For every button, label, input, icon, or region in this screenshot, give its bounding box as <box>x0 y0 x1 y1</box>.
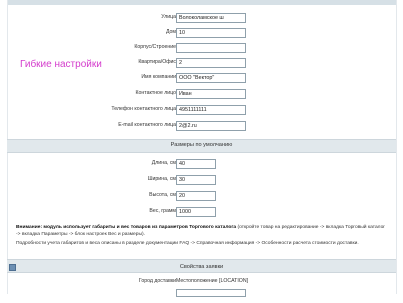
field-row-apartment: Квартира/Офис 2 <box>0 57 403 71</box>
field-row-building: Корпус/Строение <box>0 42 403 56</box>
width-input[interactable]: 30 <box>176 175 216 185</box>
notice-bold-text: Внимание: модуль использует габариты и в… <box>16 225 237 230</box>
info-icon[interactable] <box>9 264 16 271</box>
order-section-title: Свойства заявки <box>179 264 224 270</box>
field-row-height: Высота, см 20 <box>0 190 403 204</box>
weight-input[interactable]: 1000 <box>176 207 216 217</box>
house-label: Дом <box>165 29 176 35</box>
phone-input[interactable]: 4951111111 <box>176 105 246 115</box>
company-input[interactable]: ООО "Вектор" <box>176 73 246 83</box>
length-label: Длина, см <box>151 160 176 166</box>
email-input[interactable]: 2@2.ru <box>176 121 246 131</box>
apartment-input[interactable]: 2 <box>176 58 246 68</box>
next-field-input[interactable] <box>176 289 246 297</box>
order-section-header: Свойства заявки <box>7 259 396 273</box>
length-input[interactable]: 40 <box>176 159 216 169</box>
width-label: Ширина, см <box>147 176 176 182</box>
field-row-email: E-mail контактного лица 2@2.ru <box>0 120 403 134</box>
documentation-notice: Подробности учета габаритов и веса описа… <box>16 241 359 246</box>
delivery-city-value[interactable]: Местоположение [LOCATION] <box>176 278 248 284</box>
building-input[interactable] <box>176 43 246 53</box>
delivery-city-label: Город доставки <box>138 278 176 284</box>
field-row-contact: Контактное лицо Иван <box>0 88 403 102</box>
sizes-section-header: Размеры по умолчанию <box>7 139 396 153</box>
sizes-section-title: Размеры по умолчанию <box>170 142 233 148</box>
field-row-weight: Вес, грамм 1000 <box>0 206 403 220</box>
weight-label: Вес, грамм <box>149 208 176 214</box>
field-row-delivery-city: Город доставки Местоположение [LOCATION] <box>0 277 403 289</box>
company-label: Имя компании <box>141 74 176 80</box>
apartment-label: Квартира/Офис <box>138 59 176 65</box>
field-row-width: Ширина, см 30 <box>0 174 403 188</box>
building-label: Корпус/Строение <box>134 44 176 50</box>
height-input[interactable]: 20 <box>176 191 216 201</box>
field-row-next <box>0 289 403 303</box>
top-section-bar <box>7 0 396 5</box>
field-row-street: Улица Волоколамское ш <box>0 12 403 26</box>
house-input[interactable]: 10 <box>176 28 246 38</box>
field-row-length: Длина, см 40 <box>0 158 403 172</box>
street-input[interactable]: Волоколамское ш <box>176 13 246 23</box>
street-label: Улица <box>161 14 176 20</box>
dimensions-notice: Внимание: модуль использует габариты и в… <box>16 224 388 238</box>
email-label: E-mail контактного лица <box>118 122 176 128</box>
field-row-house: Дом 10 <box>0 27 403 41</box>
field-row-phone: Телефон контактного лица 4951111111 <box>0 104 403 118</box>
contact-input[interactable]: Иван <box>176 89 246 99</box>
height-label: Высота, см <box>149 192 176 198</box>
field-row-company: Имя компании ООО "Вектор" <box>0 72 403 86</box>
phone-label: Телефон контактного лица <box>111 106 176 112</box>
contact-label: Контактное лицо <box>135 90 176 96</box>
